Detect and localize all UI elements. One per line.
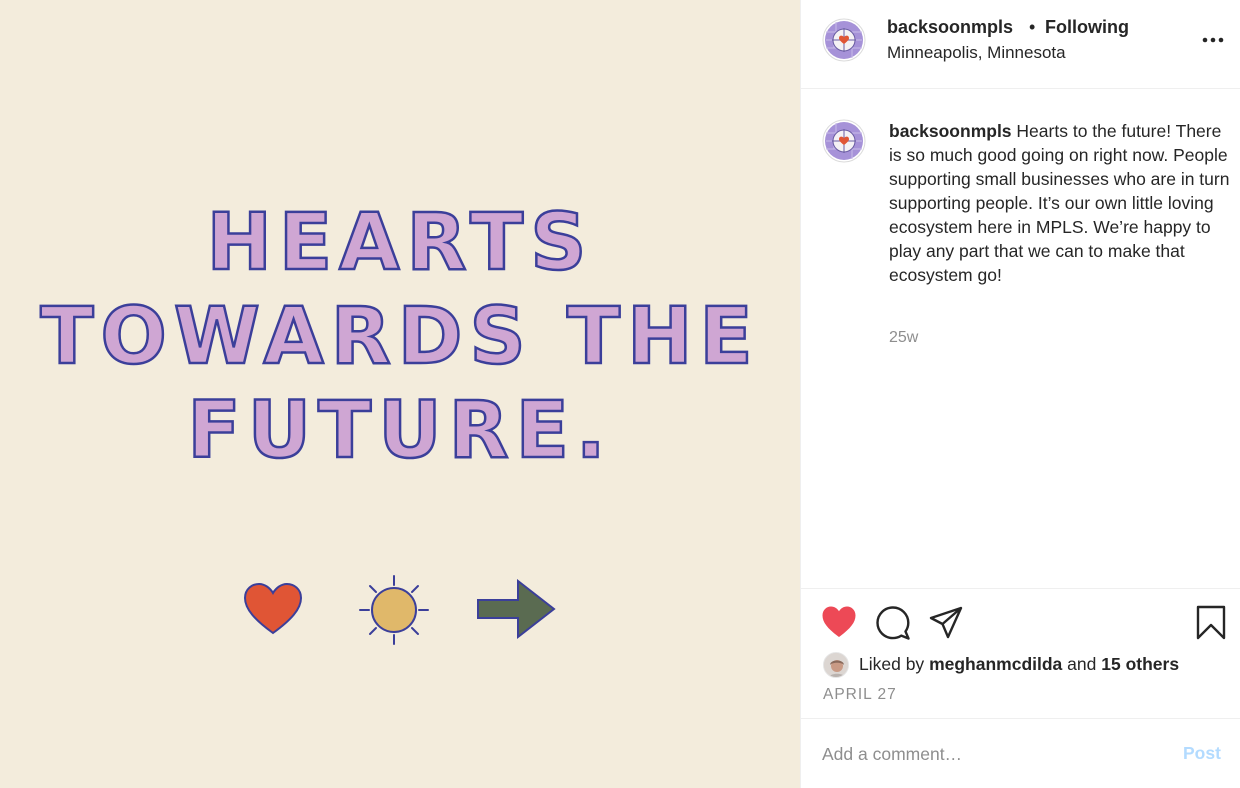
- likes-prefix: Liked by: [859, 654, 925, 674]
- likes-connector: and: [1067, 654, 1097, 674]
- liker-username[interactable]: meghanmcdilda: [929, 654, 1062, 674]
- share-icon[interactable]: [928, 605, 964, 641]
- following-button[interactable]: Following: [1045, 17, 1129, 38]
- sun-icon: [359, 575, 429, 645]
- liker-face-icon: [824, 653, 848, 677]
- bookmark-icon[interactable]: [1195, 605, 1227, 641]
- avatar[interactable]: [822, 119, 866, 163]
- caption-text: backsoonmpls Hearts to the future! There…: [889, 119, 1234, 287]
- caption-username[interactable]: backsoonmpls: [889, 121, 1012, 141]
- post-date[interactable]: APRIL 27: [823, 686, 897, 704]
- likes-others-link[interactable]: 15 others: [1101, 654, 1179, 674]
- actions-area: Liked by meghanmcdilda and 15 others APR…: [801, 588, 1240, 719]
- post-header: backsoonmpls • Following Minneapolis, Mi…: [801, 0, 1240, 89]
- location-link[interactable]: Minneapolis, Minnesota: [887, 43, 1066, 63]
- caption-body: Hearts to the future! There is so much g…: [889, 121, 1230, 285]
- comment-icon[interactable]: [875, 605, 911, 641]
- post-side-panel: backsoonmpls • Following Minneapolis, Mi…: [800, 0, 1240, 788]
- post-comment-button[interactable]: Post: [1183, 743, 1221, 764]
- instagram-post-modal: HEARTS TOWARDS THE FUTURE. backsoonmpls …: [0, 0, 1240, 788]
- comment-box: Post: [801, 719, 1240, 788]
- ellipsis-icon[interactable]: [1199, 30, 1227, 50]
- heart-filled-icon[interactable]: [821, 605, 857, 639]
- caption-area: backsoonmpls Hearts to the future! There…: [801, 90, 1240, 588]
- likes-summary: Liked by meghanmcdilda and 15 others: [859, 654, 1179, 675]
- post-image: HEARTS TOWARDS THE FUTURE.: [0, 0, 800, 788]
- headline-line-1: HEARTS: [205, 197, 594, 290]
- caption-timestamp[interactable]: 25w: [889, 329, 918, 347]
- comment-input[interactable]: [822, 741, 1162, 767]
- separator-dot: •: [1029, 17, 1036, 37]
- header-username[interactable]: backsoonmpls: [887, 17, 1013, 38]
- arrow-right-icon: [477, 579, 556, 640]
- headline-line-2: TOWARDS THE: [39, 291, 760, 384]
- heart-icon: [243, 582, 303, 635]
- avatar[interactable]: [823, 652, 849, 678]
- post-image-headline: HEARTS TOWARDS THE FUTURE.: [0, 196, 800, 478]
- headline-line-3: FUTURE.: [186, 385, 613, 478]
- avatar[interactable]: [822, 18, 866, 62]
